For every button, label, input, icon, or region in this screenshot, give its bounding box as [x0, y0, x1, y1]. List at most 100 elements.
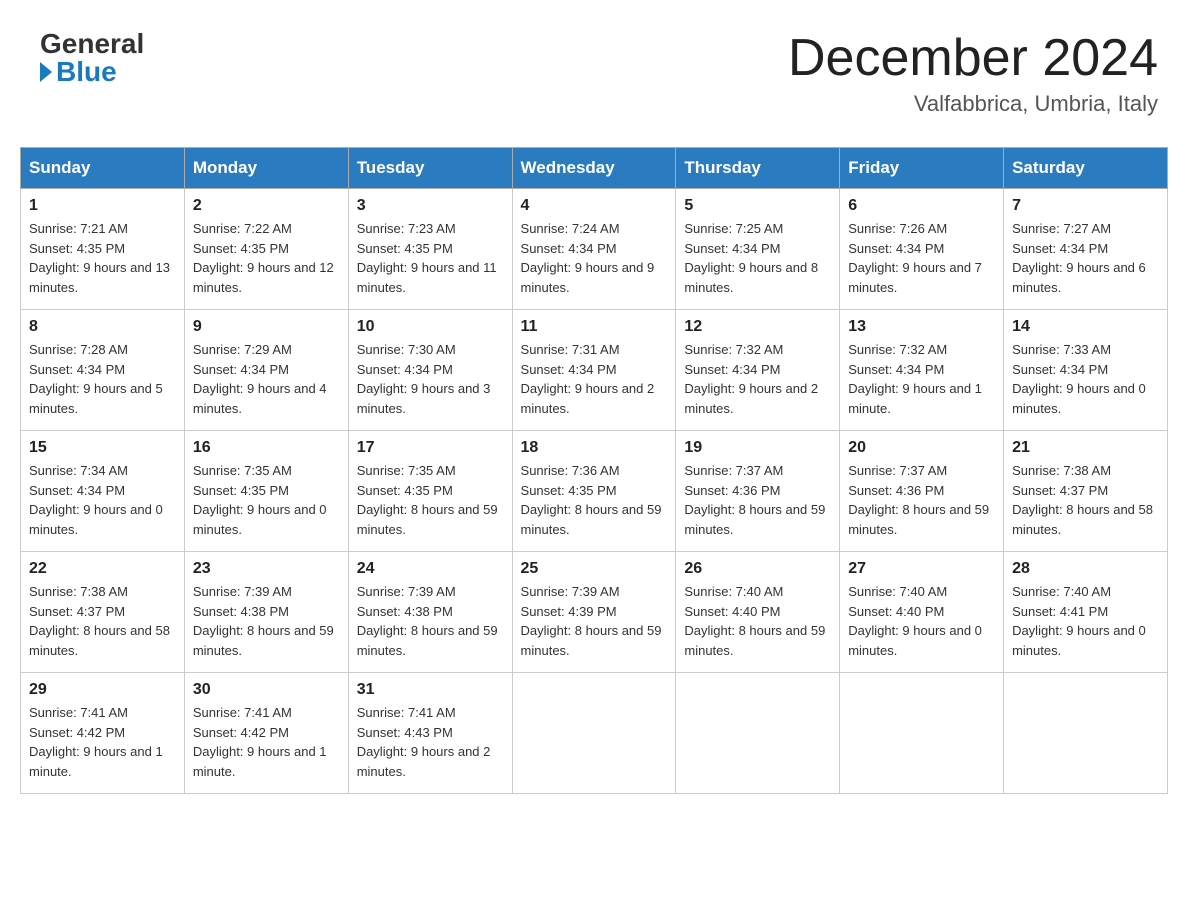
- day-number: 8: [29, 318, 176, 336]
- day-number: 15: [29, 439, 176, 457]
- day-info: Sunrise: 7:35 AM Sunset: 4:35 PM Dayligh…: [357, 461, 504, 539]
- calendar-day-cell: 11 Sunrise: 7:31 AM Sunset: 4:34 PM Dayl…: [512, 310, 676, 431]
- day-number: 31: [357, 681, 504, 699]
- day-number: 1: [29, 197, 176, 215]
- day-info: Sunrise: 7:39 AM Sunset: 4:38 PM Dayligh…: [357, 582, 504, 660]
- day-number: 2: [193, 197, 340, 215]
- calendar-day-cell: 13 Sunrise: 7:32 AM Sunset: 4:34 PM Dayl…: [840, 310, 1004, 431]
- calendar-day-cell: 23 Sunrise: 7:39 AM Sunset: 4:38 PM Dayl…: [184, 552, 348, 673]
- calendar-day-cell: 17 Sunrise: 7:35 AM Sunset: 4:35 PM Dayl…: [348, 431, 512, 552]
- day-number: 5: [684, 197, 831, 215]
- day-number: 23: [193, 560, 340, 578]
- day-info: Sunrise: 7:29 AM Sunset: 4:34 PM Dayligh…: [193, 340, 340, 418]
- day-info: Sunrise: 7:32 AM Sunset: 4:34 PM Dayligh…: [684, 340, 831, 418]
- calendar-day-cell: 5 Sunrise: 7:25 AM Sunset: 4:34 PM Dayli…: [676, 189, 840, 310]
- calendar-day-cell: 30 Sunrise: 7:41 AM Sunset: 4:42 PM Dayl…: [184, 673, 348, 794]
- calendar-day-cell: [512, 673, 676, 794]
- page-header: General Blue December 2024 Valfabbrica, …: [20, 20, 1168, 127]
- calendar-day-cell: 28 Sunrise: 7:40 AM Sunset: 4:41 PM Dayl…: [1004, 552, 1168, 673]
- day-number: 18: [521, 439, 668, 457]
- logo-blue-text: Blue: [40, 58, 117, 86]
- calendar-day-cell: 15 Sunrise: 7:34 AM Sunset: 4:34 PM Dayl…: [21, 431, 185, 552]
- day-info: Sunrise: 7:39 AM Sunset: 4:39 PM Dayligh…: [521, 582, 668, 660]
- day-number: 16: [193, 439, 340, 457]
- day-info: Sunrise: 7:41 AM Sunset: 4:42 PM Dayligh…: [29, 703, 176, 781]
- calendar-day-cell: 1 Sunrise: 7:21 AM Sunset: 4:35 PM Dayli…: [21, 189, 185, 310]
- calendar-day-cell: 18 Sunrise: 7:36 AM Sunset: 4:35 PM Dayl…: [512, 431, 676, 552]
- day-number: 11: [521, 318, 668, 336]
- calendar-day-cell: 27 Sunrise: 7:40 AM Sunset: 4:40 PM Dayl…: [840, 552, 1004, 673]
- day-info: Sunrise: 7:31 AM Sunset: 4:34 PM Dayligh…: [521, 340, 668, 418]
- day-info: Sunrise: 7:40 AM Sunset: 4:41 PM Dayligh…: [1012, 582, 1159, 660]
- day-number: 10: [357, 318, 504, 336]
- day-number: 12: [684, 318, 831, 336]
- weekday-header-friday: Friday: [840, 148, 1004, 189]
- calendar-day-cell: 26 Sunrise: 7:40 AM Sunset: 4:40 PM Dayl…: [676, 552, 840, 673]
- calendar-day-cell: [1004, 673, 1168, 794]
- calendar-day-cell: 10 Sunrise: 7:30 AM Sunset: 4:34 PM Dayl…: [348, 310, 512, 431]
- day-number: 22: [29, 560, 176, 578]
- day-info: Sunrise: 7:26 AM Sunset: 4:34 PM Dayligh…: [848, 219, 995, 297]
- calendar-table: SundayMondayTuesdayWednesdayThursdayFrid…: [20, 147, 1168, 794]
- day-info: Sunrise: 7:21 AM Sunset: 4:35 PM Dayligh…: [29, 219, 176, 297]
- calendar-day-cell: [840, 673, 1004, 794]
- day-number: 4: [521, 197, 668, 215]
- day-info: Sunrise: 7:37 AM Sunset: 4:36 PM Dayligh…: [684, 461, 831, 539]
- day-info: Sunrise: 7:24 AM Sunset: 4:34 PM Dayligh…: [521, 219, 668, 297]
- day-number: 17: [357, 439, 504, 457]
- calendar-week-row: 22 Sunrise: 7:38 AM Sunset: 4:37 PM Dayl…: [21, 552, 1168, 673]
- day-number: 28: [1012, 560, 1159, 578]
- logo-arrow-icon: [40, 62, 52, 82]
- calendar-day-cell: 22 Sunrise: 7:38 AM Sunset: 4:37 PM Dayl…: [21, 552, 185, 673]
- day-info: Sunrise: 7:32 AM Sunset: 4:34 PM Dayligh…: [848, 340, 995, 418]
- calendar-day-cell: 20 Sunrise: 7:37 AM Sunset: 4:36 PM Dayl…: [840, 431, 1004, 552]
- day-info: Sunrise: 7:27 AM Sunset: 4:34 PM Dayligh…: [1012, 219, 1159, 297]
- calendar-day-cell: 7 Sunrise: 7:27 AM Sunset: 4:34 PM Dayli…: [1004, 189, 1168, 310]
- day-number: 29: [29, 681, 176, 699]
- day-number: 9: [193, 318, 340, 336]
- day-number: 19: [684, 439, 831, 457]
- calendar-day-cell: 2 Sunrise: 7:22 AM Sunset: 4:35 PM Dayli…: [184, 189, 348, 310]
- calendar-week-row: 29 Sunrise: 7:41 AM Sunset: 4:42 PM Dayl…: [21, 673, 1168, 794]
- weekday-header-tuesday: Tuesday: [348, 148, 512, 189]
- calendar-day-cell: 16 Sunrise: 7:35 AM Sunset: 4:35 PM Dayl…: [184, 431, 348, 552]
- calendar-day-cell: 31 Sunrise: 7:41 AM Sunset: 4:43 PM Dayl…: [348, 673, 512, 794]
- day-number: 20: [848, 439, 995, 457]
- day-info: Sunrise: 7:41 AM Sunset: 4:43 PM Dayligh…: [357, 703, 504, 781]
- calendar-day-cell: 24 Sunrise: 7:39 AM Sunset: 4:38 PM Dayl…: [348, 552, 512, 673]
- calendar-week-row: 8 Sunrise: 7:28 AM Sunset: 4:34 PM Dayli…: [21, 310, 1168, 431]
- month-title: December 2024: [788, 30, 1158, 87]
- calendar-header: SundayMondayTuesdayWednesdayThursdayFrid…: [21, 148, 1168, 189]
- calendar-body: 1 Sunrise: 7:21 AM Sunset: 4:35 PM Dayli…: [21, 189, 1168, 794]
- calendar-day-cell: 8 Sunrise: 7:28 AM Sunset: 4:34 PM Dayli…: [21, 310, 185, 431]
- weekday-header-sunday: Sunday: [21, 148, 185, 189]
- day-info: Sunrise: 7:25 AM Sunset: 4:34 PM Dayligh…: [684, 219, 831, 297]
- day-info: Sunrise: 7:23 AM Sunset: 4:35 PM Dayligh…: [357, 219, 504, 297]
- day-number: 14: [1012, 318, 1159, 336]
- calendar-day-cell: 14 Sunrise: 7:33 AM Sunset: 4:34 PM Dayl…: [1004, 310, 1168, 431]
- day-number: 26: [684, 560, 831, 578]
- day-info: Sunrise: 7:36 AM Sunset: 4:35 PM Dayligh…: [521, 461, 668, 539]
- day-info: Sunrise: 7:34 AM Sunset: 4:34 PM Dayligh…: [29, 461, 176, 539]
- day-info: Sunrise: 7:40 AM Sunset: 4:40 PM Dayligh…: [684, 582, 831, 660]
- calendar-day-cell: 19 Sunrise: 7:37 AM Sunset: 4:36 PM Dayl…: [676, 431, 840, 552]
- day-info: Sunrise: 7:40 AM Sunset: 4:40 PM Dayligh…: [848, 582, 995, 660]
- weekday-header-thursday: Thursday: [676, 148, 840, 189]
- calendar-day-cell: [676, 673, 840, 794]
- weekday-header-monday: Monday: [184, 148, 348, 189]
- weekday-header-row: SundayMondayTuesdayWednesdayThursdayFrid…: [21, 148, 1168, 189]
- logo: General Blue: [40, 30, 144, 86]
- weekday-header-wednesday: Wednesday: [512, 148, 676, 189]
- day-number: 3: [357, 197, 504, 215]
- calendar-week-row: 1 Sunrise: 7:21 AM Sunset: 4:35 PM Dayli…: [21, 189, 1168, 310]
- location-subtitle: Valfabbrica, Umbria, Italy: [788, 91, 1158, 117]
- calendar-day-cell: 21 Sunrise: 7:38 AM Sunset: 4:37 PM Dayl…: [1004, 431, 1168, 552]
- calendar-day-cell: 4 Sunrise: 7:24 AM Sunset: 4:34 PM Dayli…: [512, 189, 676, 310]
- day-info: Sunrise: 7:28 AM Sunset: 4:34 PM Dayligh…: [29, 340, 176, 418]
- calendar-week-row: 15 Sunrise: 7:34 AM Sunset: 4:34 PM Dayl…: [21, 431, 1168, 552]
- day-info: Sunrise: 7:38 AM Sunset: 4:37 PM Dayligh…: [29, 582, 176, 660]
- day-number: 30: [193, 681, 340, 699]
- calendar-day-cell: 6 Sunrise: 7:26 AM Sunset: 4:34 PM Dayli…: [840, 189, 1004, 310]
- day-number: 27: [848, 560, 995, 578]
- day-number: 25: [521, 560, 668, 578]
